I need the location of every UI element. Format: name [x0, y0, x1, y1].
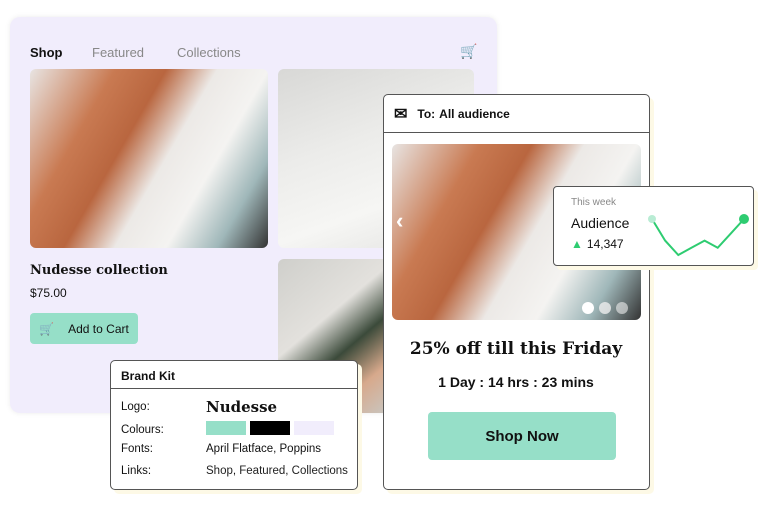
email-preview: ✉ To: All audience ‹ 25% off till this F… [383, 94, 650, 490]
stats-title: Audience [571, 215, 630, 231]
label: Colours: [121, 423, 164, 436]
chevron-left-icon[interactable]: ‹ [396, 208, 403, 234]
label: Links: [121, 465, 152, 477]
colour-swatch [294, 421, 334, 435]
nav-collections[interactable]: Collections [177, 45, 241, 60]
link-featured[interactable]: Featured [239, 465, 285, 477]
sparkline-point [739, 214, 749, 224]
sparkline-point [648, 215, 656, 223]
label: Logo: [121, 401, 150, 413]
label: Fonts: [121, 443, 153, 455]
period-label: This week [571, 197, 617, 208]
link-shop[interactable]: Shop [206, 465, 233, 477]
add-to-cart-button[interactable]: 🛒 Add to Cart [30, 313, 138, 344]
colour-swatch [250, 421, 290, 435]
colour-swatches [206, 421, 338, 438]
nav-shop[interactable]: Shop [30, 45, 63, 60]
colour-swatch [206, 421, 246, 435]
nav-featured[interactable]: Featured [92, 45, 144, 60]
sparkline-line [651, 218, 745, 257]
audience-recipient[interactable]: All audience [439, 107, 510, 121]
email-headline: 25% off till this Friday [409, 339, 623, 359]
cart-icon: 🛒 [39, 321, 55, 336]
arrow-up-icon: ▲ [571, 237, 583, 251]
link-collections[interactable]: Collections [292, 465, 348, 477]
product-price: $75.00 [30, 286, 67, 300]
audience-sparkline [648, 214, 749, 257]
product-title: Nudesse collection [30, 263, 168, 278]
shop-now-button[interactable]: Shop Now [428, 412, 616, 460]
countdown: 1 Day : 14 hrs : 23 mins [438, 374, 594, 390]
audience-count: 14,347 [586, 237, 624, 251]
carousel-dot[interactable] [582, 302, 594, 314]
brand-kit-panel: Brand Kit Logo: Nudesse Colours: Fonts: Ap… [110, 360, 358, 490]
brand-logo: Nudesse [206, 398, 278, 416]
fonts-value: April Flatface, Poppins [206, 443, 322, 455]
audience-stats-card: This week Audience ▲ 14,347 [553, 186, 754, 266]
carousel-dot[interactable] [599, 302, 611, 314]
envelope-icon: ✉ [394, 105, 408, 123]
product-image [30, 69, 268, 248]
cart-icon[interactable]: 🛒 [460, 43, 477, 60]
carousel-dot[interactable] [616, 302, 628, 314]
brand-kit-title: Brand Kit [111, 361, 357, 389]
